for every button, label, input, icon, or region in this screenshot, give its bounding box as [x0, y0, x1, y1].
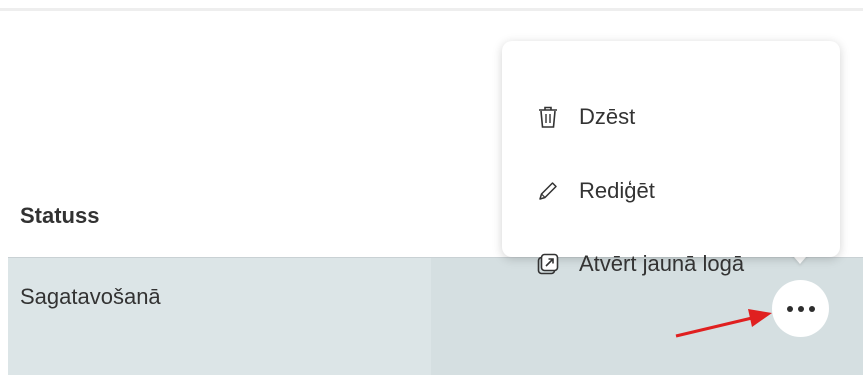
menu-item-open-new-window[interactable]: Atvērt jaunā logā: [502, 234, 840, 294]
status-cell: Sagatavošanā: [20, 284, 161, 309]
pencil-icon: [536, 179, 560, 203]
page: Statuss Sagatavošanā Dzēst Rediģēt Atvēr…: [0, 0, 863, 375]
more-horizontal-icon-dot: [797, 305, 804, 312]
open-in-new-window-icon: [536, 252, 560, 276]
more-horizontal-icon-dot: [808, 305, 815, 312]
context-menu: Dzēst Rediģēt Atvērt jaunā logā: [502, 41, 840, 276]
menu-item-label: Atvērt jaunā logā: [579, 251, 745, 276]
trash-icon: [536, 105, 560, 129]
top-divider: [0, 8, 863, 11]
menu-item-label: Rediģēt: [579, 178, 655, 203]
menu-item-label: Dzēst: [579, 104, 636, 129]
menu-item-delete[interactable]: Dzēst: [502, 87, 840, 147]
column-header-status[interactable]: Statuss: [20, 203, 99, 229]
more-horizontal-icon-dot: [786, 305, 793, 312]
menu-item-edit[interactable]: Rediģēt: [502, 161, 840, 221]
